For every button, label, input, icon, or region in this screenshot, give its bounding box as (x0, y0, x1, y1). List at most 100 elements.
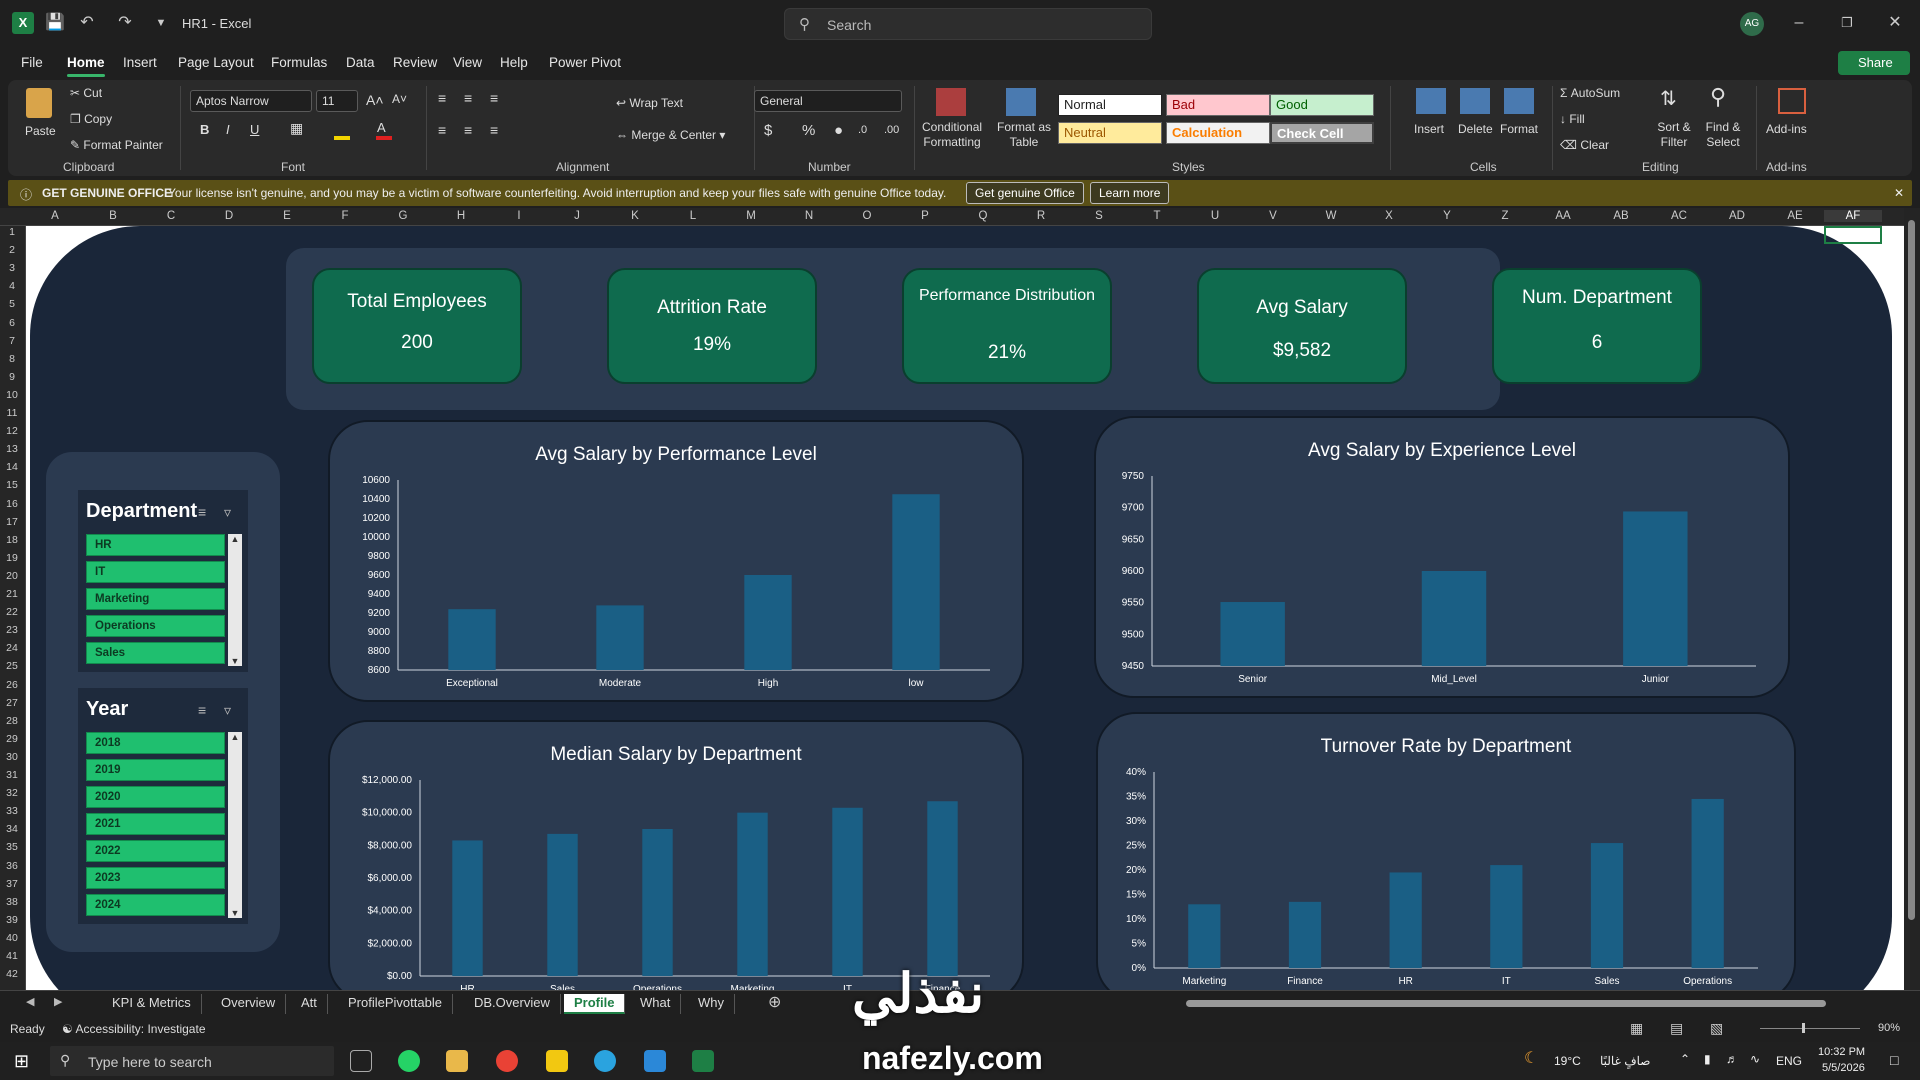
paste-icon[interactable] (26, 88, 52, 118)
conditional-formatting-button[interactable]: Conditional Formatting (922, 120, 982, 150)
format-cells-button[interactable]: Format (1500, 122, 1538, 136)
menu-home[interactable]: Home (67, 55, 105, 77)
slicer-item[interactable]: Marketing (86, 588, 225, 610)
row-header[interactable]: 5 (0, 298, 24, 310)
save-icon[interactable]: 💾 (44, 12, 66, 34)
increase-decimal-icon[interactable]: .0 (858, 124, 867, 136)
row-header[interactable]: 38 (0, 896, 24, 908)
currency-icon[interactable]: $ (764, 122, 772, 139)
row-header[interactable]: 3 (0, 262, 24, 274)
column-header[interactable]: B (84, 210, 142, 222)
percent-icon[interactable]: % (802, 122, 815, 139)
bar[interactable] (1220, 602, 1285, 666)
column-header[interactable]: G (374, 210, 432, 222)
menu-insert[interactable]: Insert (123, 55, 157, 70)
bar[interactable] (1691, 798, 1724, 968)
volume-icon[interactable]: ♬ (1726, 1052, 1738, 1066)
add-sheet-icon[interactable]: ⊕ (768, 992, 781, 1012)
bar[interactable] (892, 494, 940, 670)
column-header[interactable]: L (664, 210, 722, 222)
slicer-item[interactable]: 2018 (86, 732, 225, 754)
sheet-tab[interactable]: What (630, 994, 682, 1014)
row-header[interactable]: 42 (0, 968, 24, 980)
sheet-tab[interactable]: Overview (211, 994, 287, 1014)
row-header[interactable]: 23 (0, 624, 24, 636)
bar[interactable] (547, 833, 578, 976)
style-normal[interactable]: Normal (1058, 94, 1162, 116)
row-header[interactable]: 35 (0, 841, 24, 853)
row-header[interactable]: 34 (0, 823, 24, 835)
style-check-cell[interactable]: Check Cell (1270, 122, 1374, 144)
bar[interactable] (1490, 865, 1523, 968)
battery-icon[interactable]: ▮ (1704, 1052, 1711, 1066)
chart-card-median-salary[interactable]: Median Salary by Department $0.00 $2,000.… (328, 720, 1024, 990)
whatsapp-icon[interactable] (398, 1050, 420, 1072)
row-header[interactable]: 40 (0, 932, 24, 944)
column-header[interactable]: I (490, 210, 548, 222)
kpi-card-num-department[interactable]: Num. Department 6 (1492, 268, 1702, 384)
page-layout-icon[interactable]: ▤ (1670, 1020, 1683, 1037)
multi-select-icon[interactable]: ≡ (198, 504, 206, 520)
column-header[interactable]: U (1186, 210, 1244, 222)
search-box[interactable]: ⚲ Search (784, 8, 1152, 40)
column-header[interactable]: H (432, 210, 490, 222)
column-header[interactable]: V (1244, 210, 1302, 222)
slicer-item[interactable]: 2019 (86, 759, 225, 781)
align-center-icon[interactable]: ≡ (464, 122, 472, 138)
column-header[interactable]: Z (1476, 210, 1534, 222)
bar[interactable] (642, 829, 673, 976)
column-header[interactable]: C (142, 210, 200, 222)
wifi-icon[interactable]: ∿ (1750, 1052, 1760, 1066)
grow-font-icon[interactable]: A˄ (366, 92, 384, 108)
copy-button[interactable]: ❐ Copy (70, 112, 112, 126)
row-header[interactable]: 16 (0, 498, 24, 510)
zoom-level[interactable]: 90% (1878, 1022, 1900, 1034)
clear-filter-icon[interactable]: ▿ (224, 504, 231, 521)
file-explorer-icon[interactable] (446, 1050, 468, 1072)
insert-cells-icon[interactable] (1416, 88, 1446, 114)
underline-icon[interactable]: U (250, 122, 259, 137)
column-header[interactable]: J (548, 210, 606, 222)
decrease-decimal-icon[interactable]: .00 (884, 124, 899, 136)
slicer-item[interactable]: 2020 (86, 786, 225, 808)
slicer-item[interactable]: 2021 (86, 813, 225, 835)
column-header[interactable]: R (1012, 210, 1070, 222)
column-header[interactable]: AB (1592, 210, 1650, 222)
language-indicator[interactable]: ENG (1776, 1054, 1802, 1068)
column-header[interactable]: X (1360, 210, 1418, 222)
row-header[interactable]: 20 (0, 570, 24, 582)
row-header[interactable]: 22 (0, 606, 24, 618)
sheet-tab[interactable]: KPI & Metrics (102, 994, 202, 1014)
bar[interactable] (737, 812, 768, 976)
restore-icon[interactable]: ❐ (1836, 12, 1858, 34)
row-header[interactable]: 21 (0, 588, 24, 600)
get-genuine-office-button[interactable]: Get genuine Office (966, 182, 1084, 204)
clear-filter-icon[interactable]: ▿ (224, 702, 231, 719)
tray-chevron-icon[interactable]: ⌃ (1680, 1052, 1690, 1066)
borders-icon[interactable]: ▦ (290, 120, 303, 137)
row-header[interactable]: 32 (0, 787, 24, 799)
banner-close-icon[interactable]: ✕ (1894, 186, 1904, 200)
row-header[interactable]: 37 (0, 878, 24, 890)
bar[interactable] (1421, 571, 1487, 666)
accessibility-button[interactable]: ☯ Accessibility: Investigate (62, 1022, 206, 1036)
menu-data[interactable]: Data (346, 55, 375, 70)
row-header[interactable]: 25 (0, 660, 24, 672)
bar[interactable] (832, 807, 863, 976)
sheet-tab[interactable]: Att (291, 994, 328, 1014)
clock-date[interactable]: 5/5/2026 (1822, 1062, 1865, 1074)
column-header[interactable]: F (316, 210, 374, 222)
scroll-up-icon[interactable]: ▲ (230, 732, 240, 742)
format-table-icon[interactable] (1006, 88, 1036, 116)
bar[interactable] (452, 840, 483, 976)
row-header[interactable]: 29 (0, 733, 24, 745)
customize-qat-icon[interactable]: ▼ (150, 12, 172, 34)
slicer-scrollbar[interactable]: ▲ ▼ (228, 732, 242, 918)
close-icon[interactable]: ✕ (1884, 12, 1906, 34)
slicer-item[interactable]: IT (86, 561, 225, 583)
sheet-tab[interactable]: ProfilePivottable (338, 994, 453, 1014)
scroll-up-icon[interactable]: ▲ (230, 534, 240, 544)
align-middle-icon[interactable]: ≡ (464, 90, 472, 106)
row-header[interactable]: 19 (0, 552, 24, 564)
find-icon[interactable]: ⚲ (1710, 84, 1726, 110)
